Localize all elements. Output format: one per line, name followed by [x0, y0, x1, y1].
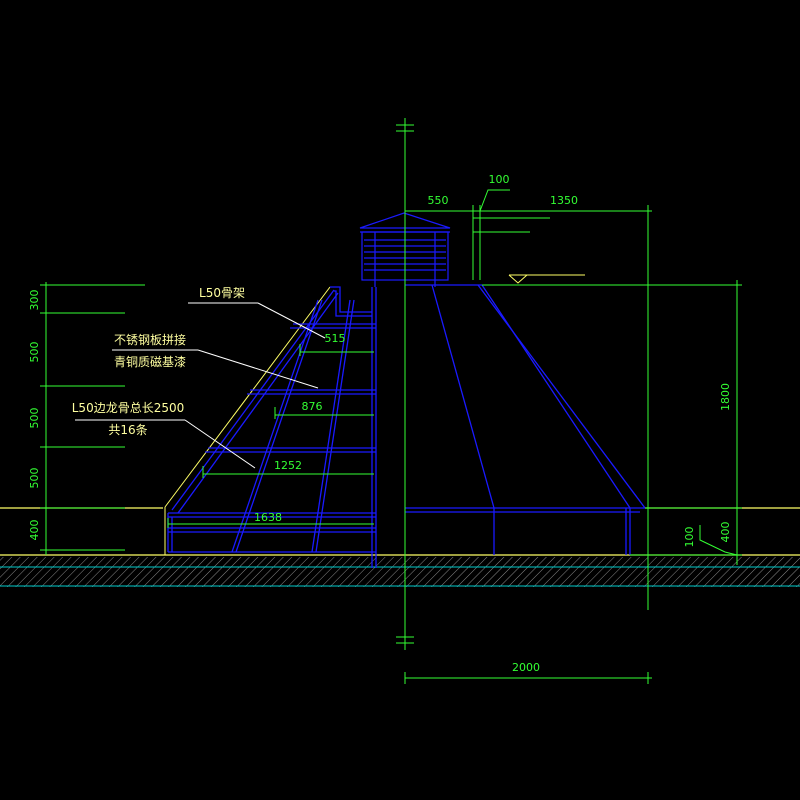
note-frame: L50骨架	[199, 286, 245, 300]
dim-1252: 1252	[274, 459, 302, 472]
dim-1638: 1638	[254, 511, 282, 524]
left-dim-500-b: 500	[28, 408, 41, 429]
dim-515: 515	[325, 332, 346, 345]
cad-elevation-drawing: 300 500 500 500 400 515 876 1252 1638 55…	[0, 0, 800, 800]
left-dim-500-a: 500	[28, 342, 41, 363]
dim-876: 876	[302, 400, 323, 413]
note-keel-1: L50边龙骨总长2500	[72, 401, 185, 415]
left-dim-300: 300	[28, 290, 41, 311]
dim-base-height: 400	[719, 522, 732, 543]
left-dim-400: 400	[28, 520, 41, 541]
dim-top-100: 100	[489, 173, 510, 186]
note-cladding-2: 青铜质磁基漆	[114, 354, 186, 369]
note-cladding-1: 不锈钢板拼接	[114, 332, 186, 347]
note-keel-2: 共16条	[108, 423, 147, 437]
background	[0, 0, 800, 800]
dim-ground-offset: 100	[683, 527, 696, 548]
dim-total-height: 1800	[719, 383, 732, 411]
dim-top-550: 550	[428, 194, 449, 207]
dim-top-1350: 1350	[550, 194, 578, 207]
dim-bottom-width: 2000	[512, 661, 540, 674]
left-dim-500-c: 500	[28, 468, 41, 489]
ground-hatch	[0, 557, 800, 587]
